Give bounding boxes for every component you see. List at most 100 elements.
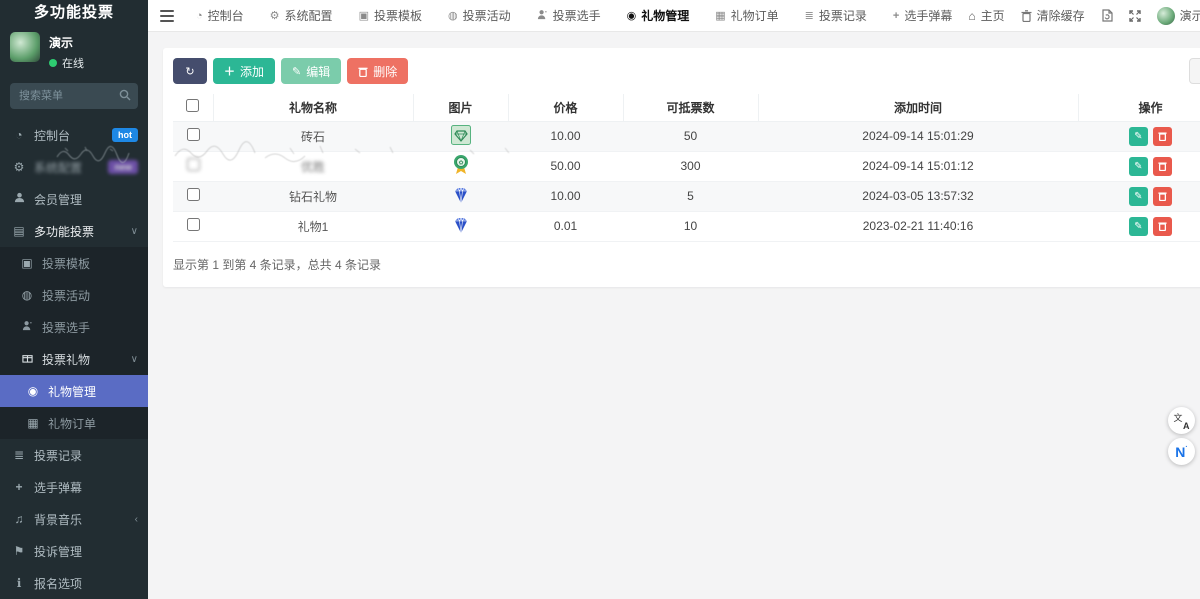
- sidebar-item-system-config[interactable]: ⚙ 系统配置 new: [0, 151, 148, 183]
- trash-icon: [1158, 221, 1167, 231]
- search-toggle-button[interactable]: [1189, 58, 1200, 84]
- table-header-row: 礼物名称 图片 价格 可抵票数 添加时间 操作: [173, 94, 1200, 121]
- row-checkbox[interactable]: [187, 158, 200, 171]
- select-all-checkbox[interactable]: [186, 99, 199, 112]
- pencil-icon: ✎: [1134, 221, 1142, 232]
- pencil-icon: ✎: [1134, 191, 1142, 202]
- gift-price: 10.00: [508, 181, 623, 211]
- row-delete-button[interactable]: [1153, 217, 1172, 236]
- tab-system-config[interactable]: ⚙系统配置: [258, 0, 345, 32]
- gift-votes: 300: [623, 151, 758, 181]
- app-logo[interactable]: 多功能投票: [0, 0, 148, 23]
- col-header-actions: 操作: [1078, 94, 1200, 121]
- col-header-image: 图片: [413, 94, 508, 121]
- pencil-icon: ✎: [1134, 161, 1142, 172]
- sidebar-item-music[interactable]: ♫ 背景音乐 ‹: [0, 503, 148, 535]
- row-edit-button[interactable]: ✎: [1129, 157, 1148, 176]
- translate-service-button[interactable]: N·: [1168, 438, 1195, 465]
- sidebar-item-vote-root[interactable]: ▤ 多功能投票 ∨: [0, 215, 148, 247]
- avatar: [1157, 7, 1175, 25]
- sidebar-item-complaint[interactable]: ⚑ 投诉管理: [0, 535, 148, 567]
- trash-icon: [1158, 191, 1167, 201]
- avatar[interactable]: [10, 32, 40, 62]
- col-header-name: 礼物名称: [213, 94, 413, 121]
- tab-gift-manage[interactable]: ◉礼物管理: [615, 0, 702, 32]
- topnav-tabs: ◔控制台 ⚙系统配置 ▣投票模板 ◍投票活动 投票选手 ◉礼物管理 ▦礼物订单 …: [184, 0, 964, 32]
- user-plus-icon: [20, 320, 34, 334]
- sidebar-item-vote-records[interactable]: ≣ 投票记录: [0, 439, 148, 471]
- gift-price: 50.00: [508, 151, 623, 181]
- clear-cache-button[interactable]: 清除缓存: [1021, 7, 1085, 24]
- gift-time: 2024-03-05 13:57:32: [758, 181, 1078, 211]
- sidebar-item-danmaku[interactable]: + 选手弹幕: [0, 471, 148, 503]
- tab-gift-order[interactable]: ▦礼物订单: [703, 0, 790, 32]
- sidebar-item-gift-manage[interactable]: ◉ 礼物管理: [0, 375, 148, 407]
- row-checkbox[interactable]: [187, 218, 200, 231]
- sidebar-item-console[interactable]: ◔ 控制台 hot: [0, 119, 148, 151]
- home-button[interactable]: ⌂主页: [968, 7, 1004, 24]
- translate-icon: 文A: [1174, 413, 1190, 429]
- user-plus-icon: [537, 9, 548, 23]
- fullscreen-button[interactable]: [1129, 10, 1141, 22]
- user-menu[interactable]: 演示: [1157, 7, 1200, 25]
- refresh-page-button[interactable]: [1101, 9, 1113, 22]
- row-checkbox[interactable]: [187, 128, 200, 141]
- gift-table: 礼物名称 图片 价格 可抵票数 添加时间 操作 砖石: [173, 94, 1200, 242]
- sidebar-item-members[interactable]: 会员管理: [0, 183, 148, 215]
- translate-button[interactable]: 文A: [1168, 407, 1195, 434]
- refresh-icon: ↻: [185, 65, 194, 78]
- row-checkbox[interactable]: [187, 188, 200, 201]
- tab-vote-template[interactable]: ▣投票模板: [347, 0, 434, 32]
- hot-badge: hot: [112, 128, 138, 142]
- user-panel: 演示 在线: [0, 23, 148, 75]
- page-content: ↻ ＋添加 ✎编辑 删除 礼物: [148, 32, 1200, 599]
- tab-danmaku[interactable]: +选手弹幕: [881, 0, 964, 32]
- row-delete-button[interactable]: [1153, 127, 1172, 146]
- refresh-button[interactable]: ↻: [173, 58, 207, 84]
- sidebar-item-gift-order[interactable]: ▦ 礼物订单: [0, 407, 148, 439]
- trash-icon: [358, 66, 368, 77]
- gift-votes: 5: [623, 181, 758, 211]
- row-delete-button[interactable]: [1153, 187, 1172, 206]
- search-icon: [119, 89, 131, 101]
- template-icon: ▣: [359, 9, 369, 22]
- delete-button[interactable]: 删除: [347, 58, 408, 84]
- gift-image: ✿: [413, 151, 508, 181]
- row-delete-button[interactable]: [1153, 157, 1172, 176]
- sidebar-item-vote-activity[interactable]: ◍ 投票活动: [0, 279, 148, 311]
- table-toolbar: ↻ ＋添加 ✎编辑 删除: [173, 58, 1200, 84]
- sidebar-item-vote-gift[interactable]: 投票礼物 ∨: [0, 343, 148, 375]
- sidebar-item-vote-template[interactable]: ▣ 投票模板: [0, 247, 148, 279]
- trash-icon: [1158, 161, 1167, 171]
- edit-button[interactable]: ✎编辑: [281, 58, 341, 84]
- gift-image: [413, 181, 508, 211]
- tab-vote-activity[interactable]: ◍投票活动: [436, 0, 523, 32]
- tab-vote-records[interactable]: ≣投票记录: [793, 0, 879, 32]
- user-name: 演示: [49, 34, 84, 51]
- plus-icon: ＋: [224, 63, 235, 79]
- activity-icon: ◍: [20, 288, 34, 302]
- online-dot-icon: [49, 59, 57, 67]
- gift-image: [413, 211, 508, 241]
- sidebar-item-vote-player[interactable]: 投票选手: [0, 311, 148, 343]
- gears-icon: ⚙: [12, 160, 26, 174]
- records-list-icon: ≣: [12, 448, 26, 462]
- trash-icon: [1021, 10, 1032, 22]
- add-button[interactable]: ＋添加: [213, 58, 275, 84]
- blue-diamond-image: [451, 215, 471, 235]
- blue-diamond-image: [451, 185, 471, 205]
- tab-console[interactable]: ◔控制台: [184, 0, 256, 32]
- row-edit-button[interactable]: ✎: [1129, 217, 1148, 236]
- trash-icon: [1158, 131, 1167, 141]
- order-list-icon: ▦: [715, 9, 725, 22]
- hamburger-menu-icon[interactable]: [154, 5, 180, 27]
- table-row: 钻石礼物 10.00 5 2024-03-05 13:57:32 ✎: [173, 181, 1200, 211]
- row-edit-button[interactable]: ✎: [1129, 187, 1148, 206]
- row-edit-button[interactable]: ✎: [1129, 127, 1148, 146]
- gift-votes: 10: [623, 211, 758, 241]
- sidebar-item-signup[interactable]: ℹ 报名选项: [0, 567, 148, 599]
- tab-vote-player[interactable]: 投票选手: [525, 0, 613, 32]
- dot-circle-icon: ◉: [627, 9, 637, 22]
- gift-time: 2024-09-14 15:01:29: [758, 121, 1078, 151]
- sidebar: 多功能投票 演示 在线 ◔ 控制台 hot ⚙ 系统配置: [0, 0, 148, 599]
